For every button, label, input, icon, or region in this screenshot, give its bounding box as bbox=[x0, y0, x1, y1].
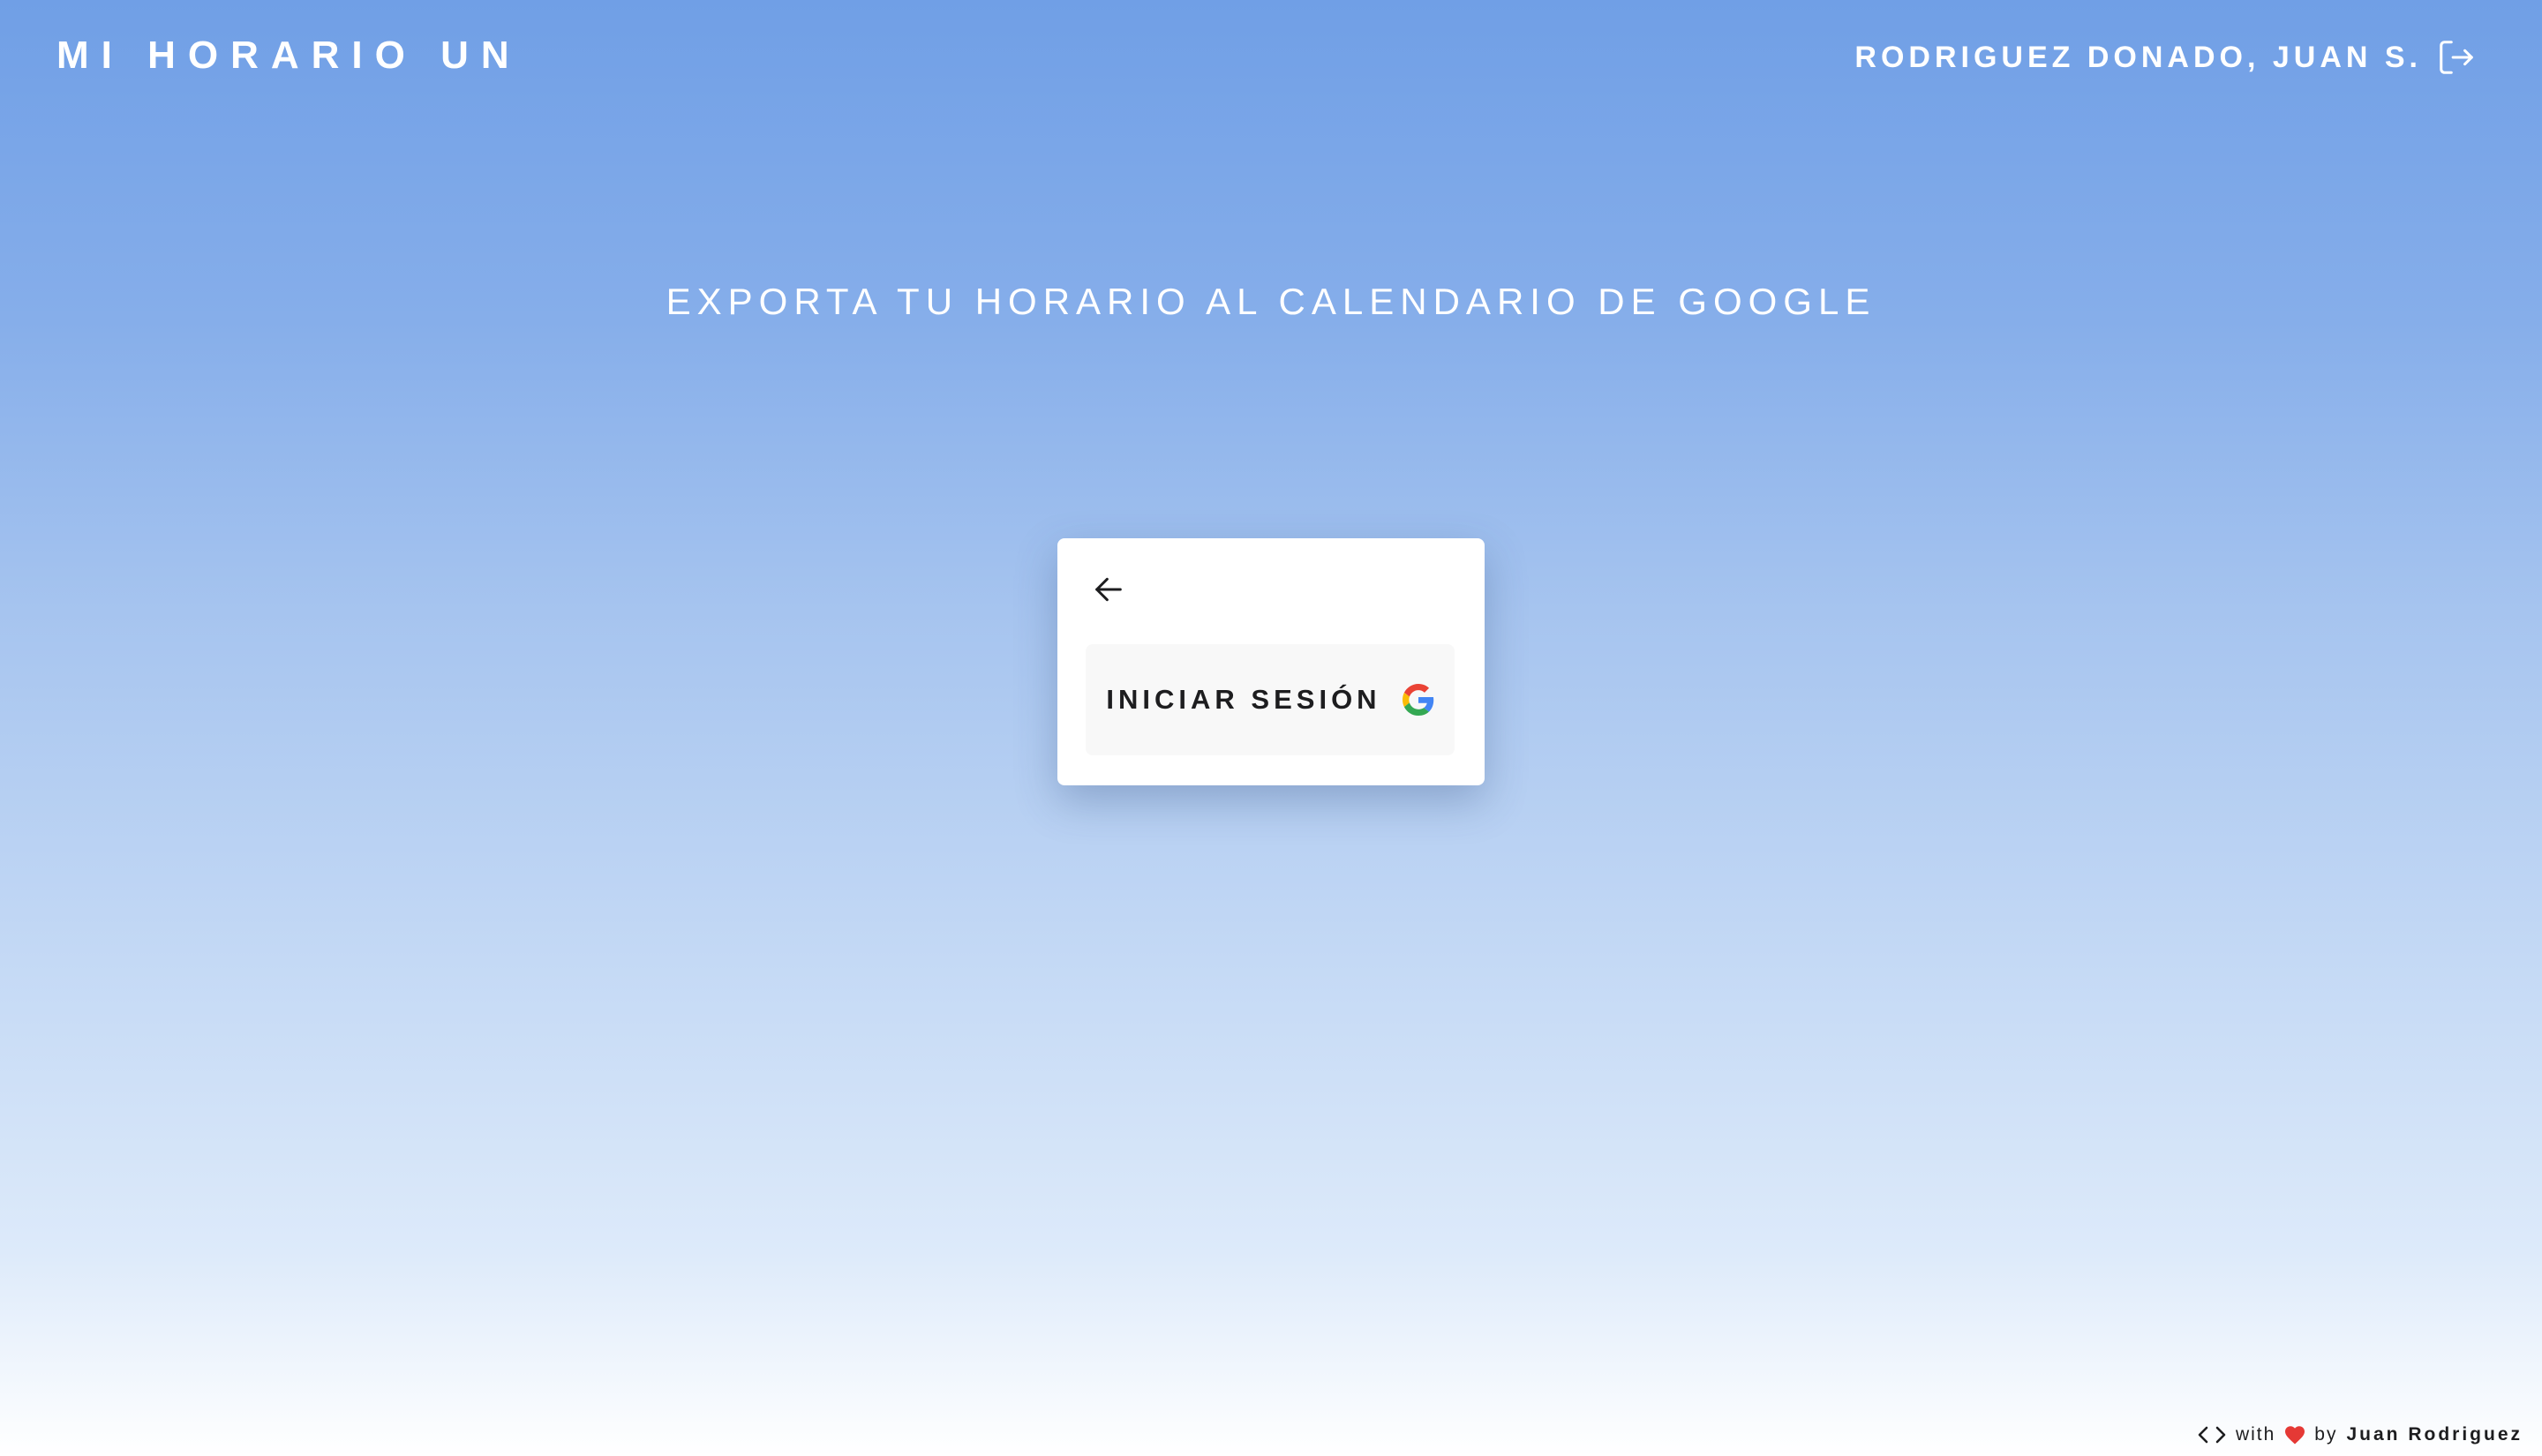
page-heading: EXPORTA TU HORARIO AL CALENDARIO DE GOOG… bbox=[666, 281, 1876, 322]
code-icon bbox=[2197, 1424, 2227, 1445]
user-name: RODRIGUEZ DONADO, JUAN S. bbox=[1854, 40, 2422, 74]
arrow-left-icon bbox=[1091, 572, 1126, 607]
footer-by: by bbox=[2314, 1424, 2338, 1445]
footer-with: with bbox=[2235, 1424, 2276, 1445]
logout-icon[interactable] bbox=[2436, 37, 2477, 78]
heart-icon bbox=[2284, 1425, 2305, 1445]
footer-credit: with by Juan Rodriguez bbox=[2197, 1424, 2523, 1445]
google-logo-icon bbox=[1402, 684, 1434, 716]
login-card: INICIAR SESIÓN bbox=[1057, 538, 1485, 785]
app-title: MI HORARIO UN bbox=[56, 34, 522, 77]
back-button[interactable] bbox=[1087, 568, 1130, 611]
signin-label: INICIAR SESIÓN bbox=[1106, 684, 1381, 715]
user-area: RODRIGUEZ DONADO, JUAN S. bbox=[1854, 37, 2477, 78]
google-signin-button[interactable]: INICIAR SESIÓN bbox=[1086, 644, 1455, 755]
footer-author-link[interactable]: Juan Rodriguez bbox=[2346, 1424, 2523, 1445]
